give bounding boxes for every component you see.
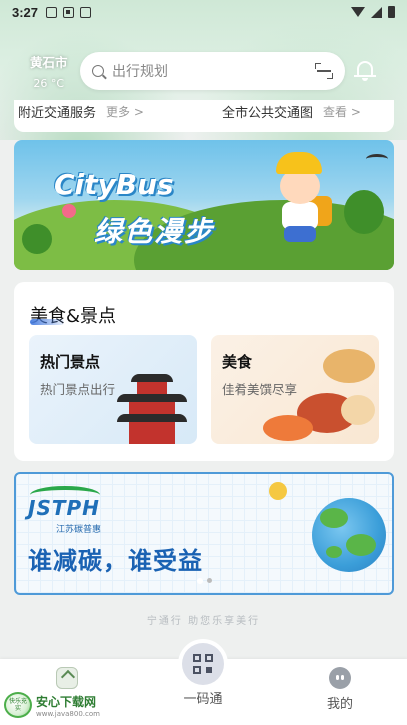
carousel-indicator xyxy=(197,578,212,584)
location-weather[interactable]: 黄石市 26 °C xyxy=(30,52,68,90)
service-row: 附近交通服务 更多 > 全市公共交通图 查看 > xyxy=(14,100,394,132)
watermark-url: www.java800.com xyxy=(36,710,100,718)
girl-illustration xyxy=(266,152,336,262)
transit-map-label: 全市公共交通图 xyxy=(222,106,314,121)
scan-icon[interactable] xyxy=(315,63,333,79)
title-underline xyxy=(30,319,64,325)
flower-decoration xyxy=(62,204,76,218)
nearby-transport-label: 附近交通服务 xyxy=(18,106,97,121)
status-indicators xyxy=(351,6,395,18)
nearby-transport-service[interactable]: 附近交通服务 更多 > xyxy=(14,102,204,121)
watermark-badge: 快乐充实 xyxy=(8,698,27,712)
app-notification-icon xyxy=(63,6,75,18)
storage-icon xyxy=(80,6,92,18)
banner-slogan: 谁减碳，谁受益 xyxy=(28,547,203,575)
search-bar[interactable]: 出行规划 xyxy=(80,52,345,90)
more-link[interactable]: 更多 > xyxy=(106,103,144,120)
battery-icon xyxy=(388,6,395,18)
home-icon xyxy=(56,667,78,689)
tile-title: 热门景点 xyxy=(40,353,101,371)
search-icon xyxy=(92,65,104,77)
status-time: 3:27 xyxy=(12,4,39,20)
profile-icon xyxy=(329,667,351,689)
view-link[interactable]: 查看 > xyxy=(323,103,361,120)
dumpling-illustration xyxy=(341,395,375,425)
carbon-inclusion-banner[interactable]: JSTPH 江苏碳普惠 谁减碳，谁受益 xyxy=(14,472,394,595)
status-bar: 3:27 xyxy=(0,0,407,24)
food-scenic-section: 美食&景点 热门景点 热门景点出行 美食 佳肴美馔尽享 xyxy=(14,282,394,461)
bell-icon[interactable] xyxy=(354,58,376,82)
watermark: 快乐充实 安心下载网 www.java800.com xyxy=(2,688,112,724)
nav-label: 一码通 xyxy=(183,692,223,707)
notification-icon xyxy=(46,6,58,18)
banner-title-en: CityBus xyxy=(54,168,174,201)
temperature: 26 °C xyxy=(33,77,65,90)
banner-title-zh: 绿色漫步 xyxy=(94,215,215,248)
signal-icon xyxy=(371,6,382,18)
tile-subtitle: 佳肴美馔尽享 xyxy=(222,382,298,397)
nav-label: 我的 xyxy=(326,697,353,712)
wifi-icon xyxy=(351,7,365,17)
food-tile[interactable]: 美食 佳肴美馔尽享 xyxy=(211,335,379,444)
tree-decoration xyxy=(22,224,52,254)
citybus-banner[interactable]: CityBus 绿色漫步 xyxy=(14,140,394,270)
steamer-illustration xyxy=(323,349,375,383)
tree-decoration xyxy=(344,190,384,234)
footer-slogan: 宁通行 助您乐享美行 xyxy=(146,616,261,627)
search-placeholder: 出行规划 xyxy=(112,64,168,80)
carousel-dot xyxy=(207,578,212,583)
city-name: 黄石市 xyxy=(30,55,68,70)
hot-scenic-tile[interactable]: 热门景点 热门景点出行 xyxy=(29,335,197,444)
nav-mine[interactable]: 我的 xyxy=(295,659,385,725)
jstph-logo: JSTPH xyxy=(28,496,100,520)
carousel-dot xyxy=(197,578,203,584)
dish-illustration xyxy=(263,415,313,441)
tile-title: 美食 xyxy=(222,353,253,371)
pavilion-illustration xyxy=(117,372,187,444)
sun-decoration xyxy=(269,482,287,500)
qr-code-icon xyxy=(193,654,213,674)
tile-subtitle: 热门景点出行 xyxy=(40,382,116,397)
qr-code-button[interactable] xyxy=(182,643,224,685)
globe-illustration xyxy=(312,498,386,572)
bird-decoration xyxy=(366,154,388,164)
nav-qr-code[interactable]: 一码通 xyxy=(158,643,248,725)
watermark-name: 安心下载网 xyxy=(36,695,97,709)
logo-subtitle: 江苏碳普惠 xyxy=(56,525,102,535)
city-transit-map[interactable]: 全市公共交通图 查看 > xyxy=(204,102,394,121)
